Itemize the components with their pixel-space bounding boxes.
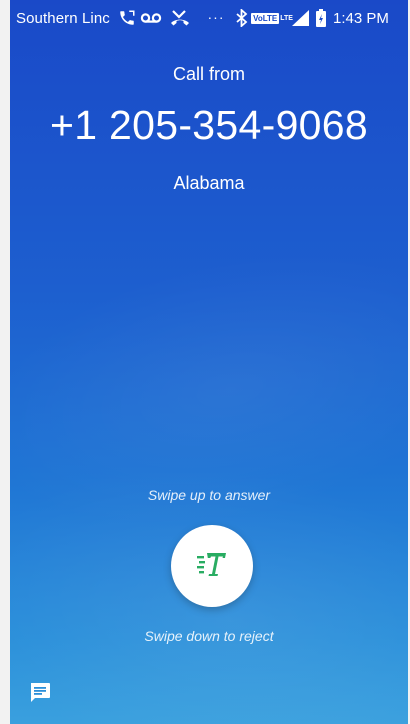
- call-icon: [117, 9, 137, 27]
- missed-call-icon: [170, 9, 190, 27]
- rtt-icon: [195, 549, 229, 584]
- bluetooth-icon: [235, 9, 249, 27]
- battery-icon: [315, 9, 327, 27]
- volte-badge: VoLTE: [251, 12, 280, 24]
- caller-phone-number: +1 205-354-9068: [50, 102, 368, 148]
- message-icon: [28, 680, 52, 709]
- reply-with-message-button[interactable]: [26, 680, 54, 708]
- answer-call-button[interactable]: [171, 525, 253, 607]
- call-from-label: Call from: [172, 64, 245, 84]
- swipe-up-hint: Swipe up to answer: [147, 487, 271, 503]
- status-bar: Southern Linc ··· VoLTE LTE 1:43 PM: [10, 0, 408, 38]
- more-icon: ···: [207, 9, 225, 25]
- incoming-call-screen: Southern Linc ··· VoLTE LTE 1:43 PM Call…: [10, 0, 408, 724]
- voicemail-icon: [140, 9, 162, 27]
- signal-icon: [292, 9, 310, 27]
- volte-icon: VoLTE LTE: [251, 9, 293, 27]
- caller-location: Alabama: [173, 173, 245, 193]
- carrier-name: Southern Linc: [16, 10, 110, 27]
- status-time: 1:43 PM: [333, 10, 389, 27]
- swipe-down-hint: Swipe down to reject: [144, 628, 274, 644]
